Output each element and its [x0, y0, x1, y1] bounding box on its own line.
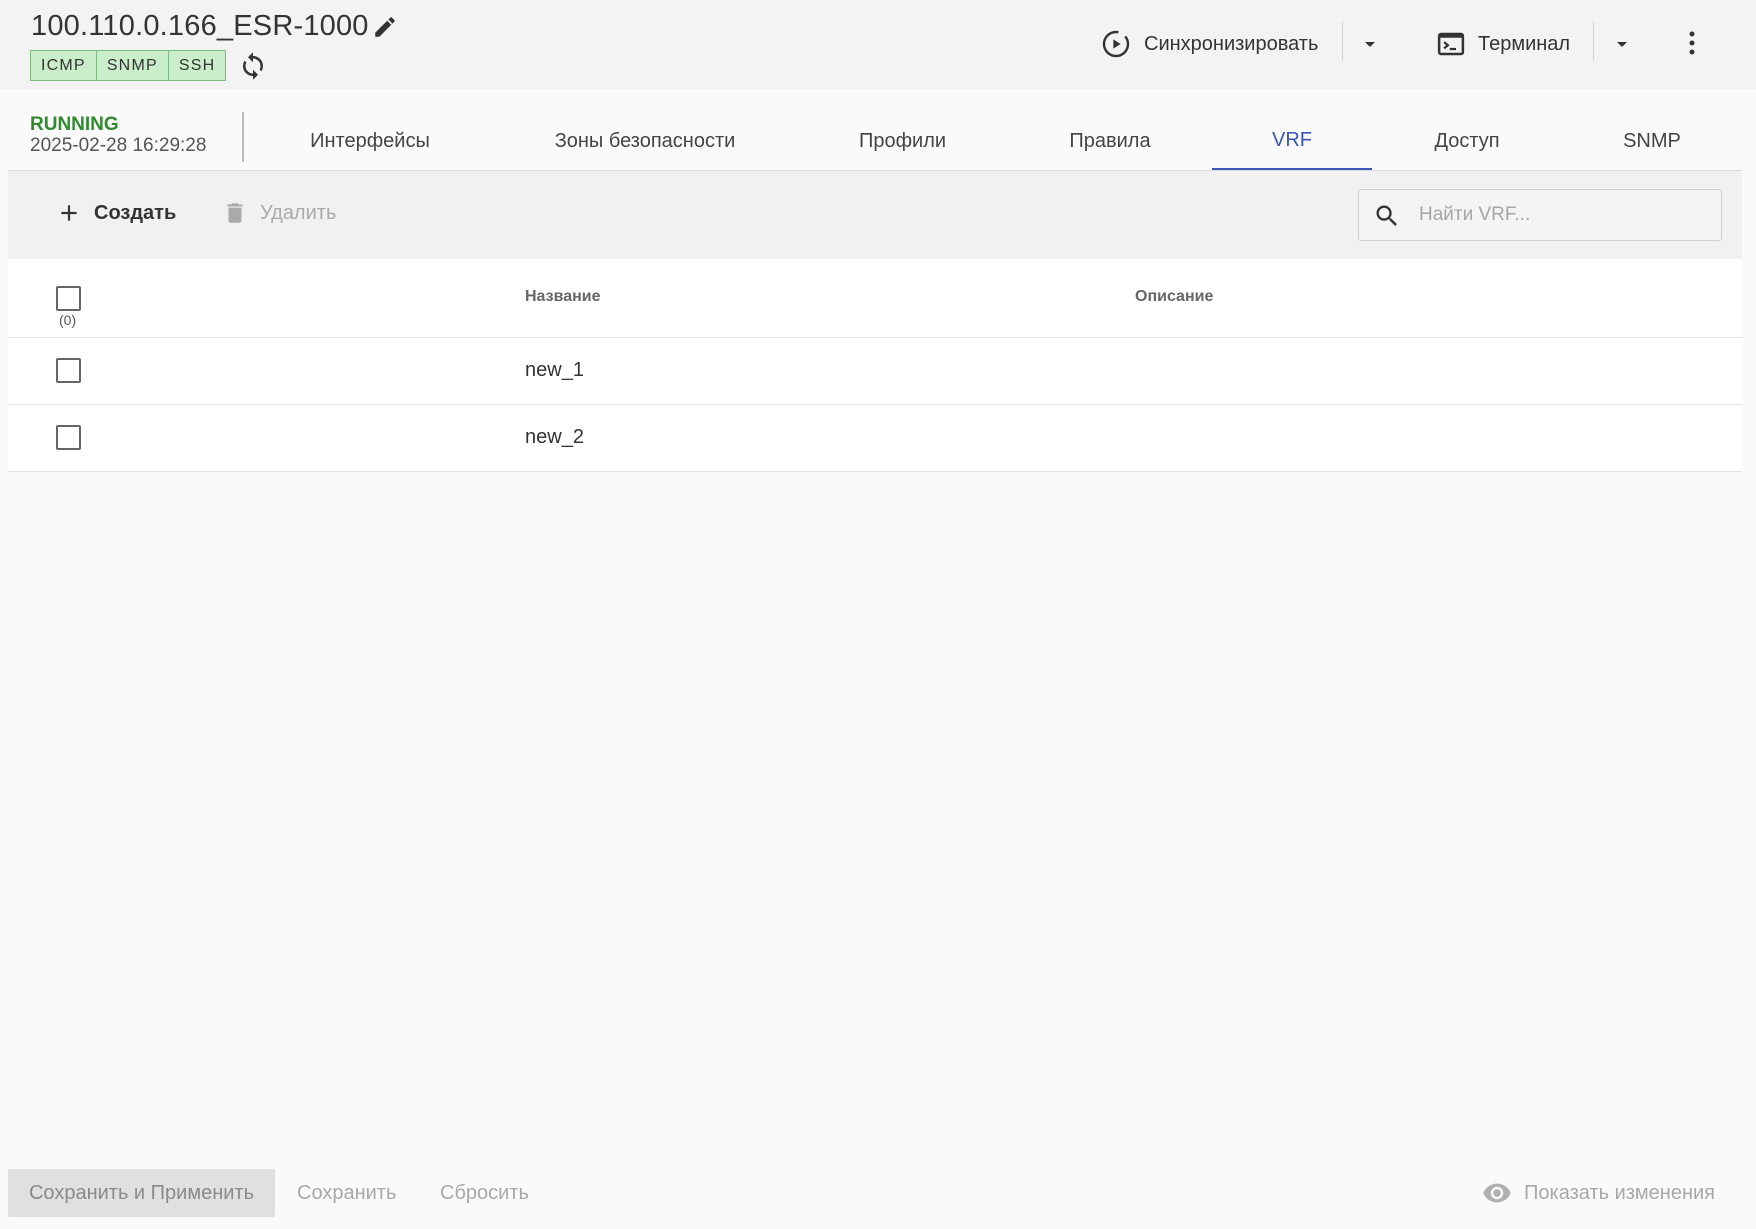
show-changes-label: Показать изменения: [1524, 1181, 1716, 1204]
divider: [1593, 22, 1594, 60]
table-header: (0) Название Описание: [8, 259, 1742, 338]
table-row[interactable]: new_1: [8, 338, 1742, 405]
vrf-toolbar: Создать Удалить: [8, 171, 1742, 259]
column-header-name[interactable]: Название: [525, 288, 601, 306]
badge-icmp: ICMP: [31, 51, 97, 80]
save-and-apply-button[interactable]: Сохранить и Применить: [8, 1169, 275, 1217]
tab-access[interactable]: Доступ: [1392, 112, 1542, 170]
divider: [1342, 22, 1343, 60]
trash-icon: [227, 203, 243, 223]
show-changes-button[interactable]: Показать изменения: [1482, 1169, 1715, 1217]
tab-security-zones[interactable]: Зоны безопасности: [530, 112, 760, 170]
row-checkbox[interactable]: [56, 358, 81, 383]
column-header-description[interactable]: Описание: [1135, 288, 1213, 306]
divider: [242, 112, 244, 162]
terminal-label: Терминал: [1478, 32, 1571, 55]
create-label: Создать: [94, 201, 177, 224]
badge-ssh: SSH: [178, 57, 216, 74]
reset-button[interactable]: Сбросить: [440, 1169, 529, 1217]
sync-button[interactable]: Синхронизировать: [1100, 26, 1318, 62]
vrf-table: (0) Название Описание new_1 new_2: [8, 259, 1742, 472]
device-title: 100.110.0.166_ESR-1000: [31, 10, 369, 42]
sync-icon: [1102, 30, 1130, 58]
selected-count: (0): [59, 312, 77, 328]
eye-icon: [1483, 1183, 1511, 1203]
delete-label: Удалить: [260, 201, 337, 224]
terminal-button[interactable]: Терминал: [1436, 26, 1570, 62]
save-button[interactable]: Сохранить: [297, 1169, 396, 1217]
delete-button[interactable]: Удалить: [222, 193, 336, 233]
plus-icon: [61, 205, 77, 221]
refresh-icon[interactable]: [238, 51, 268, 81]
table-row[interactable]: new_2: [8, 405, 1742, 472]
terminal-dropdown-chevron-down-icon[interactable]: [1610, 32, 1634, 56]
tab-vrf[interactable]: VRF: [1212, 112, 1372, 170]
terminal-icon: [1437, 32, 1465, 56]
search-input[interactable]: [1419, 200, 1709, 230]
vrf-search-box: [1358, 189, 1722, 241]
sync-dropdown-chevron-down-icon[interactable]: [1358, 32, 1382, 56]
search-icon: [1376, 205, 1397, 226]
tab-rules[interactable]: Правила: [1030, 112, 1190, 170]
row-checkbox[interactable]: [56, 425, 81, 450]
vrf-name: new_1: [525, 359, 584, 381]
create-button[interactable]: Создать: [56, 193, 176, 233]
select-all-checkbox[interactable]: [56, 286, 81, 311]
sync-label: Синхронизировать: [1144, 32, 1319, 55]
tab-profiles[interactable]: Профили: [820, 112, 985, 170]
tab-snmp[interactable]: SNMP: [1572, 112, 1732, 170]
tab-interfaces[interactable]: Интерфейсы: [270, 112, 470, 170]
edit-icon[interactable]: [372, 14, 398, 40]
vrf-name: new_2: [525, 426, 584, 448]
running-status: RUNNING: [30, 114, 119, 135]
device-header: 100.110.0.166_ESR-1000 ICMP SNMP SSH Син…: [0, 0, 1756, 89]
status-timestamp: 2025-02-28 16:29:28: [30, 135, 207, 156]
protocol-badges: ICMP SNMP SSH: [30, 50, 227, 81]
more-vert-icon[interactable]: [1680, 28, 1704, 58]
badge-snmp: SNMP: [97, 51, 169, 80]
